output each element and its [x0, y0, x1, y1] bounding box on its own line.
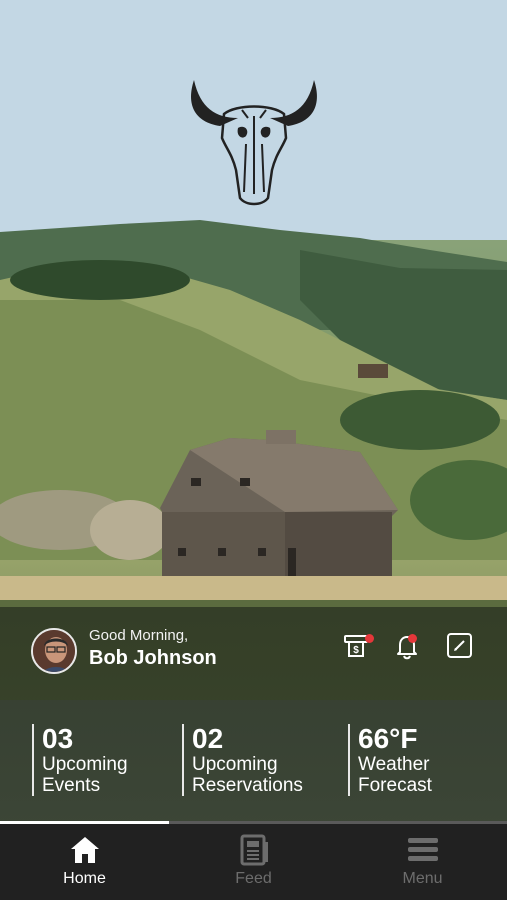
stat-value: 66°F — [358, 723, 418, 754]
home-icon — [70, 837, 99, 863]
user-name: Bob Johnson — [89, 647, 217, 669]
tab-feed[interactable]: Feed — [169, 822, 338, 900]
stat-upcoming-reservations[interactable]: 02 Upcoming Reservations — [182, 724, 303, 796]
edit-button[interactable] — [446, 632, 474, 660]
stat-upcoming-events[interactable]: 03 Upcoming Events — [32, 724, 128, 796]
svg-text:$: $ — [353, 645, 359, 656]
stat-label-line2: Events — [42, 775, 101, 796]
tab-home-label: Home — [63, 870, 106, 887]
bison-skull-logo — [191, 80, 317, 206]
stat-value: 02 — [192, 723, 224, 754]
menu-icon — [407, 838, 438, 861]
greeting-text: Good Morning, — [89, 627, 189, 644]
bill-notification-dot — [365, 634, 374, 643]
bill-button[interactable]: $ — [343, 632, 374, 660]
bell-notification-dot — [408, 634, 417, 643]
edit-icon — [447, 633, 472, 658]
stat-label-line2: Forecast — [358, 775, 432, 796]
tab-home[interactable]: Home — [0, 822, 169, 900]
stat-label-line1: Upcoming — [192, 754, 278, 775]
stat-weather-forecast[interactable]: 66°F Weather Forecast — [348, 724, 432, 796]
avatar[interactable] — [31, 628, 77, 674]
tab-feed-label: Feed — [235, 870, 272, 887]
tab-menu[interactable]: Menu — [338, 822, 507, 900]
stat-value: 03 — [42, 723, 74, 754]
tab-menu-label: Menu — [402, 870, 443, 887]
stat-label-line1: Weather — [358, 754, 430, 775]
stat-label-line1: Upcoming — [42, 754, 128, 775]
stat-label-line2: Reservations — [192, 775, 303, 796]
feed-icon — [240, 834, 268, 866]
notifications-button[interactable] — [394, 632, 422, 660]
